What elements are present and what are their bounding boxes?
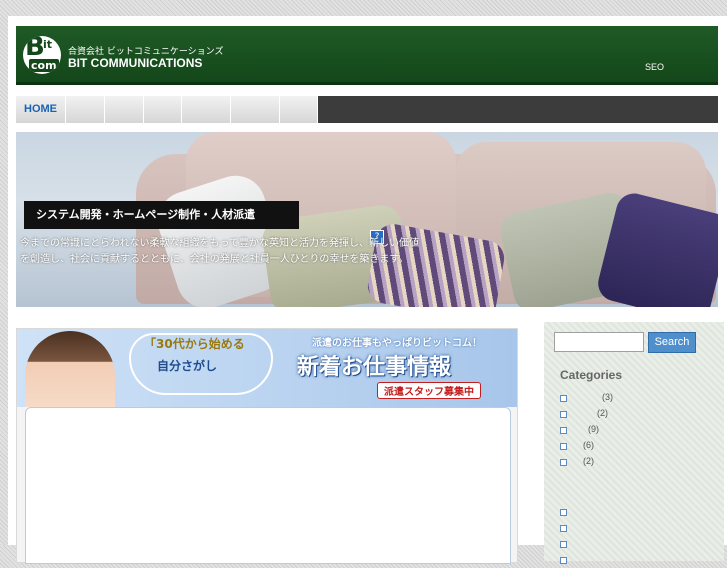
bullet-icon xyxy=(560,509,567,516)
banner-tagline: 派遣のお仕事もやっぱりビットコム！ xyxy=(312,338,482,349)
hero-description: 今までの常識にとらわれない柔軟な組織をもって豊かな英知と活力を発揮し、新しい価値… xyxy=(20,238,419,265)
page-container: B it com 合資会社 ビットコミュニケーションズ BIT COMMUNIC… xyxy=(8,16,727,564)
nav-item-7[interactable] xyxy=(280,96,318,123)
sidebar: Search Categories (3) (2) (9) (6) (2) xyxy=(544,322,724,564)
category-count: (2) xyxy=(597,408,608,418)
nav-item-2[interactable] xyxy=(66,96,105,123)
logo-com: com xyxy=(29,59,59,72)
nav-item-5[interactable] xyxy=(182,96,231,123)
bubble-text-2: 自分さがし xyxy=(157,359,218,373)
hero-title: システム開発・ホームページ制作・人材派遣 xyxy=(24,201,299,229)
bubble-text-1: 「30代から始める xyxy=(144,337,245,351)
category-count: (2) xyxy=(583,456,594,466)
hero-banner: システム開発・ホームページ制作・人材派遣 ? 今までの常識にとらわれない柔軟な組… xyxy=(16,132,718,307)
job-list-panel xyxy=(25,407,511,564)
category-count: (3) xyxy=(602,392,613,402)
company-name-en: BIT COMMUNICATIONS xyxy=(68,56,203,70)
bullet-icon xyxy=(560,443,567,450)
woman-photo xyxy=(25,331,115,407)
bullet-icon xyxy=(560,395,567,402)
jobs-banner[interactable]: 「30代から始める 自分さがし 派遣のお仕事もやっぱりビットコム！ 新着お仕事情… xyxy=(17,329,517,407)
bullet-icon xyxy=(560,427,567,434)
main-nav: HOME xyxy=(16,96,718,123)
logo[interactable]: B it com xyxy=(23,36,61,74)
category-count: (9) xyxy=(588,424,599,434)
nav-item-6[interactable] xyxy=(231,96,280,123)
bullet-icon xyxy=(560,411,567,418)
seo-link[interactable]: SEO xyxy=(645,62,664,72)
main-content: 「30代から始める 自分さがし 派遣のお仕事もやっぱりビットコム！ 新着お仕事情… xyxy=(16,328,518,564)
nav-item-4[interactable] xyxy=(144,96,182,123)
banner-headline: 新着お仕事情報 xyxy=(297,355,452,380)
nav-item-3[interactable] xyxy=(105,96,144,123)
logo-it: it xyxy=(43,38,53,51)
bullet-icon xyxy=(560,525,567,532)
nav-item-home[interactable]: HOME xyxy=(16,96,66,123)
categories-title: Categories xyxy=(560,368,623,382)
category-count: (6) xyxy=(583,440,594,450)
site-header: B it com 合資会社 ビットコミュニケーションズ BIT COMMUNIC… xyxy=(16,26,718,85)
search-button[interactable]: Search xyxy=(648,332,696,353)
recruit-badge: 派遣スタッフ募集中 xyxy=(377,382,481,399)
bullet-icon xyxy=(560,557,567,564)
search-input[interactable] xyxy=(554,332,644,352)
bullet-icon xyxy=(560,459,567,466)
